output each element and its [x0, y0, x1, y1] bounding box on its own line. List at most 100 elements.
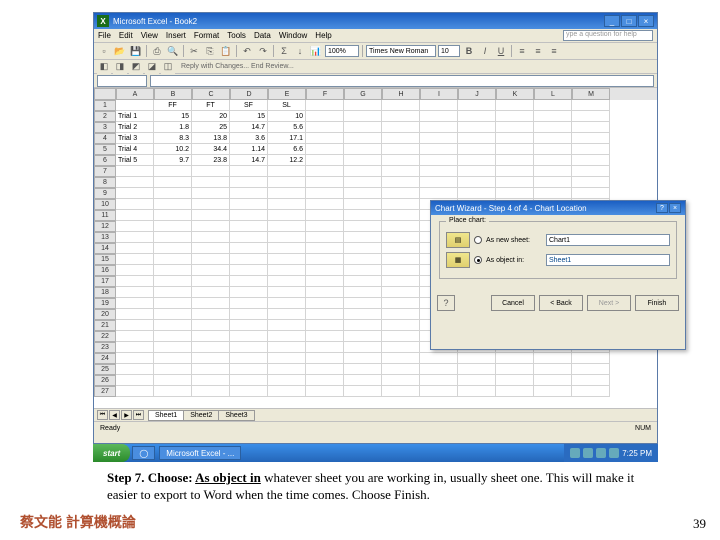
cell[interactable]	[496, 100, 534, 111]
cell[interactable]	[344, 111, 382, 122]
cut-icon[interactable]: ✂	[187, 44, 201, 58]
font-select[interactable]: Times New Roman	[366, 45, 436, 57]
cell[interactable]	[116, 210, 154, 221]
cell[interactable]	[306, 155, 344, 166]
cell[interactable]	[306, 210, 344, 221]
cell[interactable]	[458, 375, 496, 386]
menu-help[interactable]: Help	[315, 31, 331, 40]
cell[interactable]	[382, 298, 420, 309]
cell[interactable]: Trial 1	[116, 111, 154, 122]
cell[interactable]	[458, 188, 496, 199]
cell[interactable]	[572, 364, 610, 375]
cell[interactable]	[420, 133, 458, 144]
cell[interactable]	[534, 122, 572, 133]
cell[interactable]: Trial 2	[116, 122, 154, 133]
cell[interactable]	[154, 309, 192, 320]
cell[interactable]	[116, 353, 154, 364]
cell[interactable]	[344, 386, 382, 397]
cell[interactable]: 15	[230, 111, 268, 122]
cell[interactable]: 14.7	[230, 122, 268, 133]
cell[interactable]	[192, 342, 230, 353]
cell[interactable]: 8.3	[154, 133, 192, 144]
cell[interactable]	[496, 144, 534, 155]
cell[interactable]	[192, 199, 230, 210]
cell[interactable]	[268, 232, 306, 243]
tab-last-icon[interactable]: ⏭	[133, 410, 144, 420]
dialog-close-button[interactable]: ×	[669, 203, 681, 213]
cell[interactable]: 34.4	[192, 144, 230, 155]
sheet-tab-2[interactable]: Sheet2	[183, 410, 219, 421]
cell[interactable]	[344, 122, 382, 133]
row-header[interactable]: 7	[94, 166, 116, 177]
cell[interactable]	[420, 122, 458, 133]
cell[interactable]	[192, 364, 230, 375]
cell[interactable]: Trial 3	[116, 133, 154, 144]
cell[interactable]	[344, 177, 382, 188]
cell[interactable]	[344, 331, 382, 342]
cell[interactable]	[496, 364, 534, 375]
menu-data[interactable]: Data	[254, 31, 271, 40]
cell[interactable]	[268, 221, 306, 232]
cell[interactable]	[268, 243, 306, 254]
cell[interactable]	[268, 331, 306, 342]
cell[interactable]	[496, 155, 534, 166]
maximize-button[interactable]: □	[621, 15, 637, 27]
cell[interactable]	[344, 144, 382, 155]
cell[interactable]	[306, 232, 344, 243]
cell[interactable]: 23.8	[192, 155, 230, 166]
cell[interactable]	[306, 199, 344, 210]
cell[interactable]	[192, 353, 230, 364]
cell[interactable]	[154, 232, 192, 243]
cell[interactable]	[306, 254, 344, 265]
cell[interactable]	[458, 133, 496, 144]
cell[interactable]: 14.7	[230, 155, 268, 166]
cell[interactable]	[192, 177, 230, 188]
cell[interactable]	[572, 155, 610, 166]
cell[interactable]	[230, 254, 268, 265]
cell[interactable]	[420, 188, 458, 199]
cell[interactable]	[116, 298, 154, 309]
row-header[interactable]: 8	[94, 177, 116, 188]
cell[interactable]	[268, 287, 306, 298]
cell[interactable]	[496, 386, 534, 397]
tab-prev-icon[interactable]: ◀	[109, 410, 120, 420]
cell[interactable]	[192, 298, 230, 309]
cell[interactable]	[154, 221, 192, 232]
cell[interactable]	[344, 287, 382, 298]
back-button[interactable]: < Back	[539, 295, 583, 311]
cell[interactable]	[382, 243, 420, 254]
cell[interactable]	[306, 320, 344, 331]
cell[interactable]	[116, 100, 154, 111]
cell[interactable]	[344, 210, 382, 221]
cell[interactable]	[458, 122, 496, 133]
cell[interactable]	[230, 221, 268, 232]
cell[interactable]	[420, 364, 458, 375]
cell[interactable]	[306, 166, 344, 177]
cell[interactable]	[344, 100, 382, 111]
cell[interactable]	[534, 177, 572, 188]
print-icon[interactable]: ⎙	[150, 44, 164, 58]
cell[interactable]	[458, 177, 496, 188]
tray-icon[interactable]	[596, 448, 606, 458]
cell[interactable]	[420, 353, 458, 364]
cell[interactable]	[230, 232, 268, 243]
cell[interactable]	[154, 375, 192, 386]
align-left-icon[interactable]: ≡	[515, 44, 529, 58]
tray-icon[interactable]	[570, 448, 580, 458]
cell[interactable]: 15	[154, 111, 192, 122]
col-header[interactable]: G	[344, 88, 382, 100]
select-object-in[interactable]: Sheet1	[546, 254, 670, 266]
cell[interactable]	[496, 166, 534, 177]
row-header[interactable]: 5	[94, 144, 116, 155]
cell[interactable]	[268, 298, 306, 309]
cell[interactable]	[230, 199, 268, 210]
cell[interactable]	[154, 331, 192, 342]
cell[interactable]	[268, 386, 306, 397]
cell[interactable]	[192, 188, 230, 199]
finish-button[interactable]: Finish	[635, 295, 679, 311]
cell[interactable]	[306, 144, 344, 155]
cell[interactable]	[306, 111, 344, 122]
cell[interactable]	[382, 166, 420, 177]
cell[interactable]	[382, 155, 420, 166]
taskbar-app[interactable]: Microsoft Excel - ...	[159, 446, 241, 460]
